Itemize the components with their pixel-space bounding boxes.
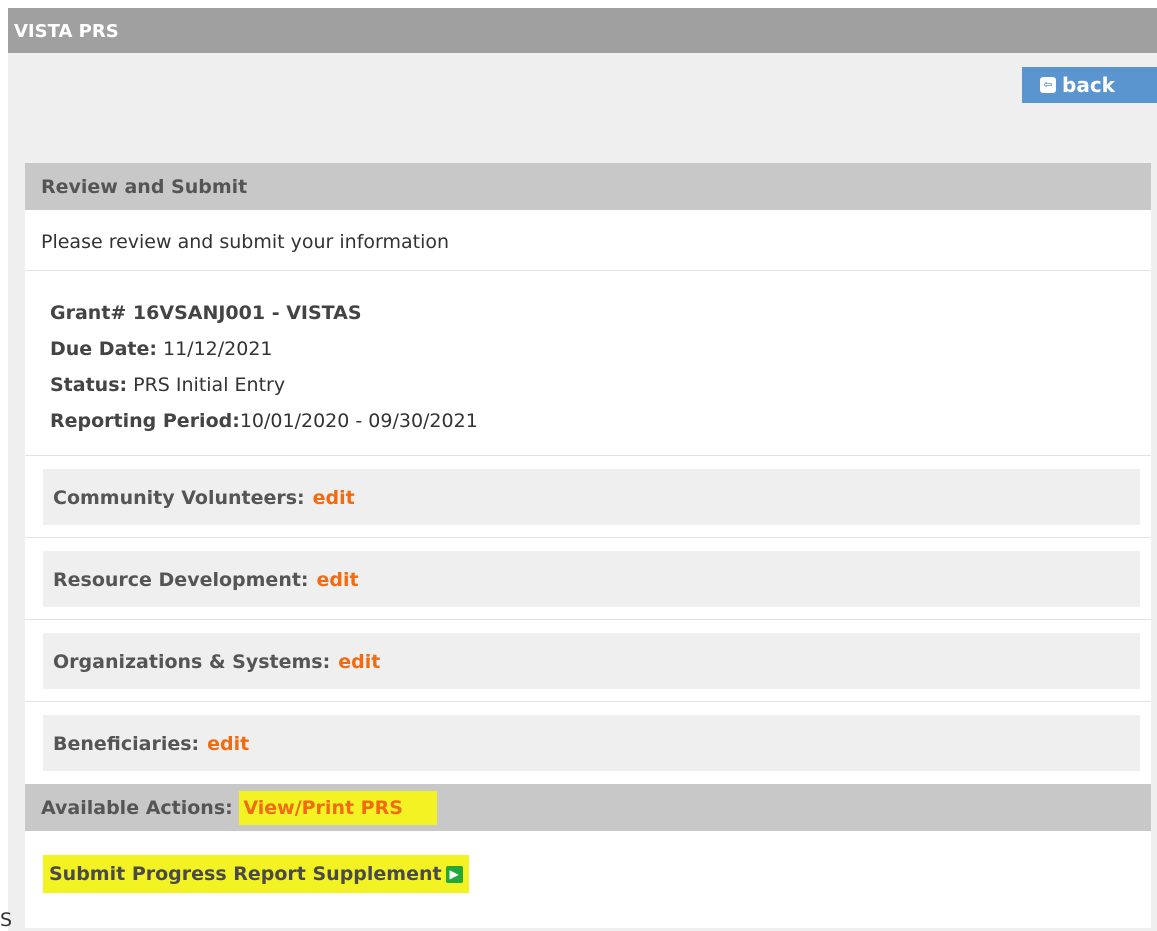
- back-button-label: back: [1062, 73, 1115, 97]
- section-beneficiaries: Beneficiaries: edit: [43, 715, 1140, 771]
- section-resource-development: Resource Development: edit: [43, 551, 1140, 607]
- section-label: Resource Development:: [53, 569, 309, 591]
- section-organizations-systems: Organizations & Systems: edit: [43, 633, 1140, 689]
- divider: [25, 619, 1151, 620]
- submit-supplement-link[interactable]: Submit Progress Report Supplement ▶: [43, 855, 469, 893]
- section-label: Organizations & Systems:: [53, 651, 331, 673]
- reporting-period-value: 10/01/2020 - 09/30/2021: [239, 410, 478, 432]
- edit-link[interactable]: edit: [313, 487, 355, 509]
- window-title: VISTA PRS: [8, 8, 1157, 53]
- intro-text: Please review and submit your informatio…: [41, 231, 450, 253]
- reporting-period: Reporting Period:10/01/2020 - 09/30/2021: [50, 403, 478, 439]
- due-date: Due Date: 11/12/2021: [50, 331, 478, 367]
- page-frame: VISTA PRS ⇦ back Review and Submit Pleas…: [8, 8, 1157, 931]
- section-community-volunteers: Community Volunteers: edit: [43, 469, 1140, 525]
- due-date-label: Due Date:: [50, 338, 157, 360]
- due-date-value: 11/12/2021: [156, 338, 273, 360]
- edit-link[interactable]: edit: [338, 651, 380, 673]
- status-value: PRS Initial Entry: [127, 374, 286, 396]
- grant-info: Grant# 16VSANJ001 - VISTAS Due Date: 11/…: [50, 295, 478, 439]
- view-print-prs-link[interactable]: View/Print PRS: [239, 791, 437, 825]
- edit-link[interactable]: edit: [207, 733, 249, 755]
- divider: [25, 537, 1151, 538]
- review-submit-header: Review and Submit: [25, 163, 1151, 210]
- available-actions-header: Available Actions: View/Print PRS: [25, 784, 1151, 831]
- edit-link[interactable]: edit: [317, 569, 359, 591]
- status-label: Status:: [50, 374, 128, 396]
- divider: [25, 701, 1151, 702]
- available-actions-label: Available Actions:: [41, 797, 233, 819]
- status: Status: PRS Initial Entry: [50, 367, 478, 403]
- arrow-right-icon: ▶: [445, 866, 463, 883]
- grant-number: Grant# 16VSANJ001 - VISTAS: [50, 302, 362, 324]
- divider: [25, 270, 1151, 271]
- submit-supplement-label: Submit Progress Report Supplement: [49, 863, 442, 885]
- review-panel: Review and Submit Please review and subm…: [25, 163, 1151, 928]
- reporting-period-label: Reporting Period:: [50, 410, 240, 432]
- divider: [25, 455, 1151, 456]
- section-label: Beneficiaries:: [53, 733, 200, 755]
- stray-text: S: [0, 910, 12, 931]
- back-button[interactable]: ⇦ back: [1022, 67, 1157, 103]
- section-label: Community Volunteers:: [53, 487, 305, 509]
- back-arrow-icon: ⇦: [1040, 77, 1056, 93]
